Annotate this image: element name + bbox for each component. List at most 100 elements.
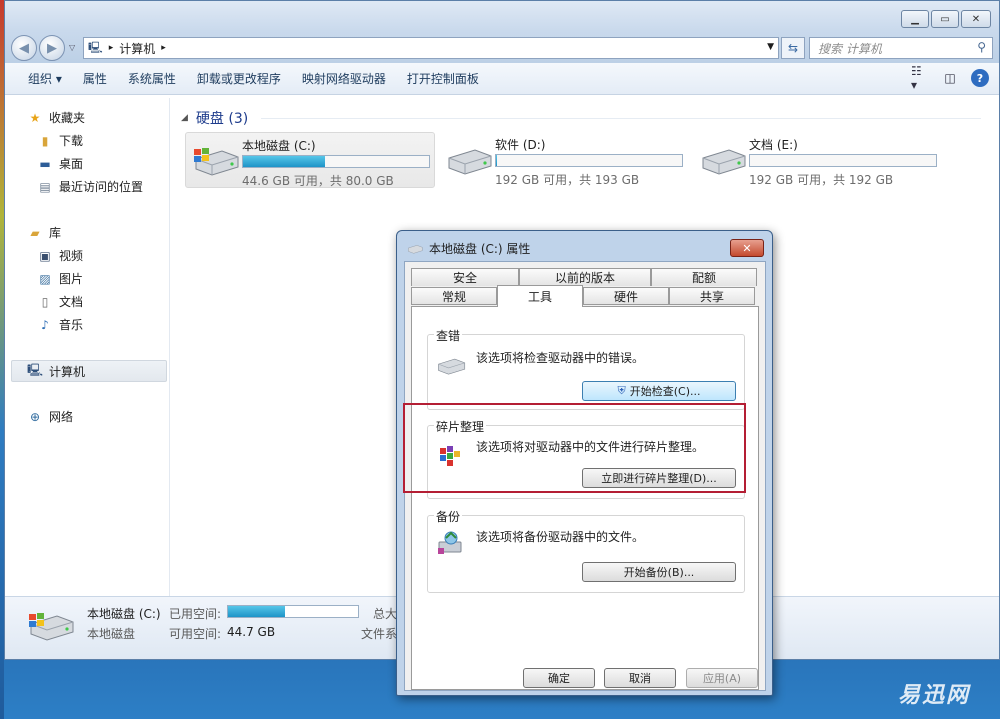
videos-icon: ▣ bbox=[39, 248, 51, 263]
drive-icon bbox=[408, 244, 423, 254]
details-filesystem-label: 文件系 bbox=[361, 627, 398, 641]
breadcrumb-computer[interactable]: 计算机 bbox=[119, 40, 155, 57]
tab-previous-versions[interactable]: 以前的版本 bbox=[519, 268, 651, 286]
details-drive-type: 本地磁盘 bbox=[87, 627, 136, 641]
search-input[interactable]: 搜索 计算机 ⚲ bbox=[809, 37, 993, 59]
view-controls: ☷ ▾ ◫ ? bbox=[911, 64, 989, 92]
organize-button[interactable]: 组织 ▾ bbox=[21, 70, 76, 87]
sidebar-item-libraries[interactable]: ▰ 库 bbox=[27, 224, 61, 241]
error-check-title: 查错 bbox=[434, 327, 463, 344]
details-used-label: 已用空间: bbox=[169, 607, 222, 621]
breadcrumb-separator-icon[interactable]: ▸ bbox=[109, 43, 114, 53]
drive-space-text: 44.6 GB 可用，共 80.0 GB bbox=[242, 174, 394, 188]
documents-icon: ▯ bbox=[41, 294, 49, 309]
search-icon[interactable]: ⚲ bbox=[977, 40, 986, 54]
group-divider bbox=[261, 118, 981, 119]
preview-pane-icon[interactable]: ◫ bbox=[941, 69, 959, 87]
sidebar-item-downloads[interactable]: ▮ 下载 bbox=[37, 132, 83, 149]
drive-d[interactable]: 软件 (D:) 192 GB 可用，共 193 GB bbox=[439, 132, 689, 188]
sidebar-item-network[interactable]: ⊕ 网络 bbox=[27, 408, 73, 425]
network-icon: ⊕ bbox=[29, 409, 41, 424]
system-properties-button[interactable]: 系统属性 bbox=[121, 70, 190, 87]
tab-quota[interactable]: 配额 bbox=[651, 268, 757, 286]
apply-button[interactable]: 应用(A) bbox=[686, 668, 758, 688]
details-usage-fill bbox=[228, 606, 286, 617]
error-check-description: 该选项将检查驱动器中的错误。 bbox=[476, 351, 645, 365]
back-arrow-icon: ◀ bbox=[19, 40, 29, 56]
help-icon[interactable]: ? bbox=[971, 69, 989, 87]
drive-usage-bar bbox=[495, 154, 683, 167]
back-button[interactable]: ◀ bbox=[11, 35, 37, 61]
drive-c[interactable]: 本地磁盘 (C:) 44.6 GB 可用，共 80.0 GB bbox=[185, 132, 435, 188]
hard-drive-icon bbox=[702, 149, 746, 175]
backup-description: 该选项将备份驱动器中的文件。 bbox=[476, 530, 645, 544]
open-control-panel-button[interactable]: 打开控制面板 bbox=[400, 70, 493, 87]
address-dropdown-icon[interactable]: ▼ bbox=[767, 42, 774, 52]
sidebar-item-videos[interactable]: ▣ 视频 bbox=[37, 247, 83, 264]
forward-button[interactable]: ▶ bbox=[39, 35, 65, 61]
sidebar-item-label: 网络 bbox=[49, 410, 74, 424]
tab-security[interactable]: 安全 bbox=[411, 268, 519, 286]
close-button[interactable]: ✕ bbox=[961, 10, 991, 28]
sidebar-item-label: 计算机 bbox=[49, 365, 86, 379]
hard-drives-group-header[interactable]: ◢ 硬盘 (3) bbox=[181, 108, 248, 128]
tab-sharing[interactable]: 共享 bbox=[669, 287, 755, 305]
drive-name: 文档 (E:) bbox=[749, 138, 798, 152]
drive-usage-fill bbox=[496, 155, 497, 166]
backup-title: 备份 bbox=[434, 508, 463, 525]
tab-hardware[interactable]: 硬件 bbox=[583, 287, 669, 305]
details-total-label: 总大 bbox=[373, 607, 398, 621]
sidebar-item-label: 图片 bbox=[59, 272, 84, 286]
dialog-title: 本地磁盘 (C:) 属性 bbox=[429, 242, 531, 256]
dialog-close-button[interactable]: ✕ bbox=[730, 239, 764, 257]
map-network-drive-button[interactable]: 映射网络驱动器 bbox=[295, 70, 400, 87]
shield-icon: ⛨ bbox=[617, 384, 626, 397]
drive-name: 本地磁盘 (C:) bbox=[242, 139, 316, 153]
watermark: 易迅网 bbox=[897, 683, 970, 708]
tab-tools[interactable]: 工具 bbox=[497, 285, 583, 307]
dialog-title-bar[interactable]: 本地磁盘 (C:) 属性 bbox=[407, 240, 530, 257]
sidebar-item-documents[interactable]: ▯ 文档 bbox=[37, 293, 83, 310]
start-check-button[interactable]: ⛨ 开始检查(C)... bbox=[582, 381, 736, 401]
cancel-button[interactable]: 取消 bbox=[604, 668, 676, 688]
sidebar-item-music[interactable]: ♪ 音乐 bbox=[37, 316, 83, 333]
tools-tab-panel: 查错 该选项将检查驱动器中的错误。 ⛨ 开始检查(C)... 碎片整理 该选项将… bbox=[411, 306, 759, 690]
desktop-icon: ▬ bbox=[39, 156, 51, 171]
collapse-arrow-icon[interactable]: ◢ bbox=[181, 113, 188, 123]
close-icon: ✕ bbox=[742, 241, 752, 255]
star-icon: ★ bbox=[29, 110, 41, 125]
details-free-value: 44.7 GB bbox=[227, 625, 276, 639]
sidebar-item-computer[interactable]: 🖳 计算机 bbox=[27, 363, 85, 380]
start-backup-button[interactable]: 开始备份(B)... bbox=[582, 562, 736, 582]
downloads-folder-icon: ▮ bbox=[41, 133, 49, 148]
hard-drive-icon bbox=[438, 358, 466, 375]
maximize-button[interactable]: ▭ bbox=[931, 10, 959, 28]
properties-button[interactable]: 属性 bbox=[76, 70, 121, 87]
sidebar-item-label: 桌面 bbox=[59, 157, 84, 171]
search-placeholder: 搜索 计算机 bbox=[818, 41, 882, 56]
ok-button[interactable]: 确定 bbox=[523, 668, 595, 688]
drive-usage-bar bbox=[749, 154, 937, 167]
change-view-icon[interactable]: ☷ ▾ bbox=[911, 64, 929, 92]
title-bar[interactable]: ▁ ▭ ✕ bbox=[5, 1, 999, 31]
music-icon: ♪ bbox=[41, 317, 49, 332]
sidebar-item-label: 视频 bbox=[59, 249, 84, 263]
tab-general[interactable]: 常规 bbox=[411, 287, 497, 305]
group-header-label: 硬盘 (3) bbox=[195, 111, 249, 127]
details-free-label: 可用空间: bbox=[169, 627, 222, 641]
sidebar-item-pictures[interactable]: ▨ 图片 bbox=[37, 270, 83, 287]
forward-arrow-icon: ▶ bbox=[47, 40, 57, 56]
sidebar-item-recent-places[interactable]: ▤ 最近访问的位置 bbox=[37, 178, 143, 195]
breadcrumb-separator-icon[interactable]: ▸ bbox=[161, 43, 166, 53]
drive-usage-fill bbox=[243, 156, 325, 167]
sidebar-item-desktop[interactable]: ▬ 桌面 bbox=[37, 155, 83, 172]
recent-pages-dropdown-icon[interactable]: ▽ bbox=[69, 43, 75, 52]
address-bar[interactable]: 🖳 ▸ 计算机 ▸ ▼ bbox=[83, 37, 779, 59]
sidebar-item-label: 收藏夹 bbox=[49, 111, 86, 125]
minimize-button[interactable]: ▁ bbox=[901, 10, 929, 28]
sidebar-item-favorites[interactable]: ★ 收藏夹 bbox=[27, 109, 85, 126]
uninstall-program-button[interactable]: 卸载或更改程序 bbox=[190, 70, 295, 87]
drive-e[interactable]: 文档 (E:) 192 GB 可用，共 192 GB bbox=[693, 132, 943, 188]
refresh-button[interactable]: ⇆ bbox=[781, 37, 805, 59]
error-check-group: 查错 该选项将检查驱动器中的错误。 ⛨ 开始检查(C)... bbox=[427, 327, 745, 410]
